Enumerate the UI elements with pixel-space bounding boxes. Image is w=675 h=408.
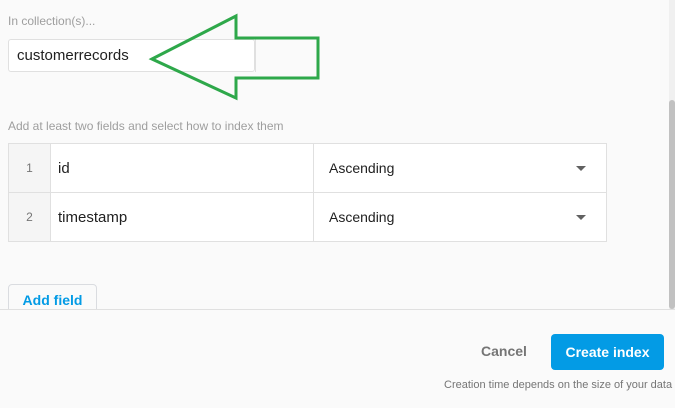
creation-time-hint: Creation time depends on the size of you…: [444, 379, 673, 391]
fields-table: 1 id Ascending 2 timestamp Ascending: [8, 143, 607, 242]
dialog-scroll-area: In collection(s)... customerrecords Add …: [0, 0, 675, 309]
create-index-button[interactable]: Create index: [551, 334, 664, 370]
dropdown-caret-icon: [576, 214, 586, 220]
collection-input-value: customerrecords: [17, 47, 129, 64]
cancel-button[interactable]: Cancel: [470, 334, 538, 368]
order-select-value: Ascending: [329, 209, 395, 225]
fields-instruction: Add at least two fields and select how t…: [8, 119, 284, 133]
field-name-input[interactable]: timestamp: [58, 193, 127, 241]
annotation-arrow-icon: [148, 13, 320, 101]
dropdown-caret-icon: [576, 165, 586, 171]
field-row: 2 timestamp Ascending: [9, 193, 606, 241]
row-number: 2: [9, 193, 51, 241]
field-name-input[interactable]: id: [58, 144, 70, 192]
order-select-value: Ascending: [329, 160, 395, 176]
row-number: 1: [9, 144, 51, 192]
field-row: 1 id Ascending: [9, 144, 606, 193]
collection-label: In collection(s)...: [8, 14, 96, 28]
scrollbar-thumb[interactable]: [669, 100, 675, 309]
order-select[interactable]: Ascending: [313, 144, 606, 192]
add-field-button[interactable]: Add field: [8, 284, 97, 309]
order-select[interactable]: Ascending: [313, 193, 606, 241]
